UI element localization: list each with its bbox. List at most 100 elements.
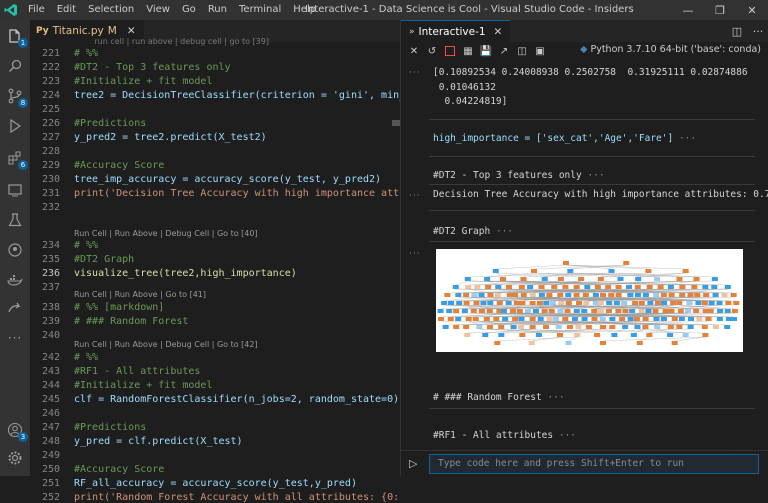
- expand-all-icon[interactable]: ◫: [513, 42, 531, 60]
- code-line: tree_imp_accuracy = accuracy_score(y_tes…: [74, 174, 400, 185]
- tree-node: [629, 309, 635, 313]
- tree-node: [556, 325, 562, 329]
- tree-node: [525, 309, 531, 313]
- tree-node: [655, 301, 661, 305]
- source-control-icon[interactable]: 8: [5, 86, 25, 106]
- menu-bar: File Edit Selection View Go Run Terminal…: [22, 0, 322, 20]
- code-line: #DT2 - Top 3 features only: [74, 62, 400, 73]
- tree-node: [605, 285, 611, 289]
- interrupt-kernel-icon[interactable]: [441, 42, 459, 60]
- code-line: clf = RandomForestClassifier(n_jobs=2, r…: [74, 394, 400, 405]
- close-tab-icon[interactable]: ✕: [127, 25, 136, 37]
- tree-node: [683, 269, 689, 273]
- interactive-toolbar: ✕ ↺ ▦ 💾 ↗ ◫ ▣ ◆ Python 3.7.10 64-bit ('b…: [401, 42, 768, 60]
- menu-run[interactable]: Run: [202, 0, 233, 20]
- tab-interactive-1[interactable]: » Interactive-1 ✕: [401, 20, 510, 42]
- tree-node: [485, 285, 491, 289]
- tree-node: [543, 301, 549, 305]
- accounts-icon[interactable]: 3: [5, 420, 25, 440]
- variables-icon[interactable]: ▦: [459, 42, 477, 60]
- tree-node: [711, 285, 717, 289]
- remote-explorer-icon[interactable]: [5, 180, 25, 200]
- tree-node: [567, 325, 573, 329]
- split-editor-icon[interactable]: ◫: [727, 20, 747, 42]
- tree-node: [549, 309, 555, 313]
- tree-node: [635, 285, 641, 289]
- explorer-icon[interactable]: 1: [5, 26, 25, 46]
- tree-node: [688, 317, 694, 321]
- collapse-all-icon[interactable]: ▣: [531, 42, 549, 60]
- search-icon[interactable]: [5, 56, 25, 76]
- close-tab-icon[interactable]: ✕: [494, 26, 503, 38]
- tree-node: [591, 317, 597, 321]
- tree-node: [583, 293, 589, 297]
- more-icon[interactable]: ···: [5, 328, 25, 348]
- menu-edit[interactable]: Edit: [51, 0, 82, 20]
- live-share-icon[interactable]: [5, 298, 25, 318]
- menu-go[interactable]: Go: [176, 0, 202, 20]
- tree-node: [519, 333, 525, 337]
- run-input-icon[interactable]: ▷: [409, 457, 417, 470]
- tree-node: [487, 293, 493, 297]
- line-number: 221: [30, 48, 60, 59]
- codelens-run-cell[interactable]: Run Cell | Run Above | Debug Cell | Go t…: [74, 229, 258, 238]
- extensions-icon[interactable]: 6: [5, 148, 25, 168]
- menu-terminal[interactable]: Terminal: [233, 0, 287, 20]
- kernel-selector[interactable]: ◆ Python 3.7.10 64-bit ('base': conda): [580, 44, 761, 55]
- cell-gutter-dots: ···: [409, 191, 421, 201]
- tree-node: [647, 285, 653, 289]
- code-line: tree2 = DecisionTreeClassifier(criterion…: [74, 90, 400, 101]
- clear-all-icon[interactable]: ✕: [405, 42, 423, 60]
- code-line: #Predictions: [74, 118, 400, 129]
- tree-node: [558, 277, 564, 281]
- tree-node: [511, 325, 517, 329]
- tree-node: [553, 317, 559, 321]
- tree-node: [639, 309, 645, 313]
- tree-node: [530, 317, 536, 321]
- tree-node: [575, 325, 581, 329]
- input-cell-code[interactable]: #RF1 - All attributes ···: [433, 430, 576, 441]
- testing-flask-icon[interactable]: [5, 210, 25, 230]
- tree-node: [562, 285, 568, 289]
- codelens-run-cell[interactable]: Run Cell | Run Above | Debug Cell | Go t…: [74, 340, 258, 349]
- docker-icon[interactable]: [5, 270, 25, 290]
- tree-node: [538, 317, 544, 321]
- tab-filename: Titanic.py: [53, 25, 104, 37]
- input-cell-code[interactable]: #DT2 - Top 3 features only ···: [433, 170, 605, 181]
- tree-node: [600, 293, 606, 297]
- codelens-run-cell[interactable]: Run Cell | Run Above | Go to [41]: [74, 290, 206, 299]
- interactive-input-field[interactable]: Type code here and press Shift+Enter to …: [429, 454, 759, 474]
- tree-node: [512, 317, 518, 321]
- input-cell-code[interactable]: #DT2 Graph ···: [433, 226, 513, 237]
- tree-node: [502, 317, 508, 321]
- tree-node: [647, 301, 653, 305]
- tree-node: [702, 325, 708, 329]
- input-cell-code[interactable]: # ### Random Forest ···: [433, 392, 565, 403]
- menu-view[interactable]: View: [140, 0, 176, 20]
- tree-node: [591, 309, 597, 313]
- tree-node: [672, 341, 678, 345]
- run-debug-icon[interactable]: [5, 116, 25, 136]
- minimize-icon[interactable]: —: [672, 0, 704, 20]
- save-icon[interactable]: 💾: [477, 42, 495, 60]
- github-icon[interactable]: [5, 240, 25, 260]
- tree-node: [438, 317, 444, 321]
- tree-node: [731, 317, 737, 321]
- export-icon[interactable]: ↗: [495, 42, 513, 60]
- maximize-icon[interactable]: ❐: [704, 0, 736, 20]
- more-actions-icon[interactable]: ···: [747, 20, 768, 42]
- tree-node: [563, 261, 569, 265]
- tree-node: [639, 301, 645, 305]
- interactive-input-bar: ▷ Type code here and press Shift+Enter t…: [401, 450, 768, 477]
- code-line: y_pred2 = tree2.predict(X_test2): [74, 132, 400, 143]
- restart-kernel-icon[interactable]: ↺: [423, 42, 441, 60]
- menu-file[interactable]: File: [22, 0, 51, 20]
- settings-gear-icon[interactable]: [5, 448, 25, 468]
- menu-selection[interactable]: Selection: [82, 0, 140, 20]
- tree-node: [558, 301, 564, 305]
- tree-node: [606, 309, 612, 313]
- line-number: 226: [30, 118, 60, 129]
- close-window-icon[interactable]: ✕: [736, 0, 768, 20]
- input-cell-code[interactable]: high_importance = ['sex_cat','Age','Fare…: [433, 133, 696, 144]
- tree-node: [480, 301, 486, 305]
